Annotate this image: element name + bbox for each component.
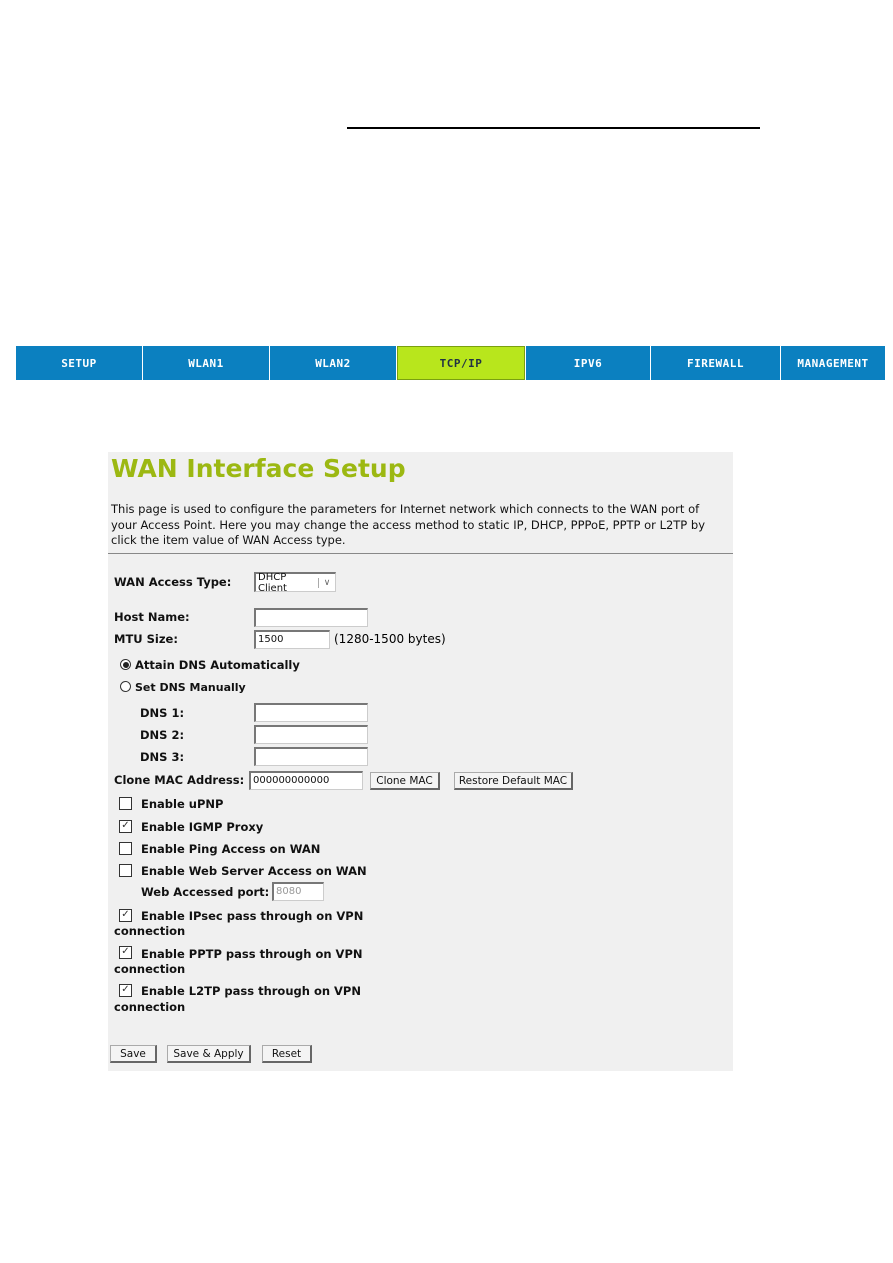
web-port-input[interactable]: 8080 — [272, 882, 324, 901]
pptp-checkbox[interactable]: ✓ — [119, 946, 132, 959]
ipsec-checkbox[interactable]: ✓ — [119, 909, 132, 922]
web-server-access-checkbox[interactable] — [119, 864, 132, 877]
tab-management[interactable]: MANAGEMENT — [781, 346, 885, 380]
header-rule — [347, 127, 760, 129]
pptp-label-cont: connection — [114, 962, 186, 976]
save-apply-button[interactable]: Save & Apply — [167, 1045, 251, 1063]
host-name-label: Host Name: — [114, 610, 190, 624]
wan-access-type-select[interactable]: DHCP Client ∨ — [254, 571, 336, 594]
wan-access-type-value: DHCP Client — [258, 571, 287, 594]
dns2-input[interactable] — [254, 725, 368, 744]
tab-wlan2[interactable]: WLAN2 — [270, 346, 396, 380]
page-description: This page is used to configure the param… — [111, 502, 706, 547]
page-title: WAN Interface Setup — [111, 454, 406, 483]
main-nav: SETUP WLAN1 WLAN2 TCP/IP IPV6 FIREWALL M… — [16, 346, 885, 380]
l2tp-checkbox[interactable]: ✓ — [119, 984, 132, 997]
ipsec-label-cont: connection — [114, 924, 186, 938]
mtu-label: MTU Size: — [114, 632, 178, 646]
tab-tcpip[interactable]: TCP/IP — [397, 346, 525, 380]
upnp-label: Enable uPNP — [141, 797, 224, 811]
dns2-label: DNS 2: — [140, 728, 185, 742]
tab-setup[interactable]: SETUP — [16, 346, 142, 380]
reset-button[interactable]: Reset — [262, 1045, 312, 1063]
clone-mac-label: Clone MAC Address: — [114, 773, 245, 787]
web-server-access-label: Enable Web Server Access on WAN — [141, 864, 367, 878]
clone-mac-button[interactable]: Clone MAC — [370, 772, 440, 790]
clone-mac-input[interactable]: 000000000000 — [249, 771, 363, 790]
mtu-input[interactable]: 1500 — [254, 630, 330, 649]
check-icon: ✓ — [121, 820, 130, 831]
wan-access-type-label: WAN Access Type: — [114, 575, 232, 589]
check-icon: ✓ — [121, 909, 130, 920]
wan-setup-panel: WAN Interface Setup This page is used to… — [108, 452, 733, 1071]
tab-wlan1[interactable]: WLAN1 — [143, 346, 269, 380]
divider — [108, 553, 733, 554]
check-icon: ✓ — [121, 984, 130, 995]
dns-manual-radio[interactable] — [120, 681, 131, 692]
dns-auto-radio[interactable] — [120, 659, 131, 670]
ipsec-label: Enable IPsec pass through on VPN — [141, 909, 364, 923]
ping-access-checkbox[interactable] — [119, 842, 132, 855]
dns-manual-label: Set DNS Manually — [135, 681, 246, 694]
dns-auto-label: Attain DNS Automatically — [135, 658, 300, 672]
save-button[interactable]: Save — [110, 1045, 157, 1063]
chevron-down-icon: ∨ — [318, 577, 335, 588]
check-icon: ✓ — [121, 946, 130, 957]
ping-access-label: Enable Ping Access on WAN — [141, 842, 321, 856]
igmp-proxy-label: Enable IGMP Proxy — [141, 820, 264, 834]
web-port-label: Web Accessed port: — [141, 885, 270, 899]
l2tp-label-cont: connection — [114, 1000, 186, 1014]
dns1-input[interactable] — [254, 703, 368, 722]
dns3-label: DNS 3: — [140, 750, 185, 764]
dns1-label: DNS 1: — [140, 706, 185, 720]
igmp-proxy-checkbox[interactable]: ✓ — [119, 820, 132, 833]
tab-firewall[interactable]: FIREWALL — [651, 346, 780, 380]
pptp-label: Enable PPTP pass through on VPN — [141, 947, 363, 961]
mtu-hint: (1280-1500 bytes) — [334, 632, 446, 646]
upnp-checkbox[interactable] — [119, 797, 132, 810]
tab-ipv6[interactable]: IPV6 — [526, 346, 650, 380]
l2tp-label: Enable L2TP pass through on VPN — [141, 984, 361, 998]
restore-default-mac-button[interactable]: Restore Default MAC — [454, 772, 573, 790]
dns3-input[interactable] — [254, 747, 368, 766]
host-name-input[interactable] — [254, 608, 368, 627]
